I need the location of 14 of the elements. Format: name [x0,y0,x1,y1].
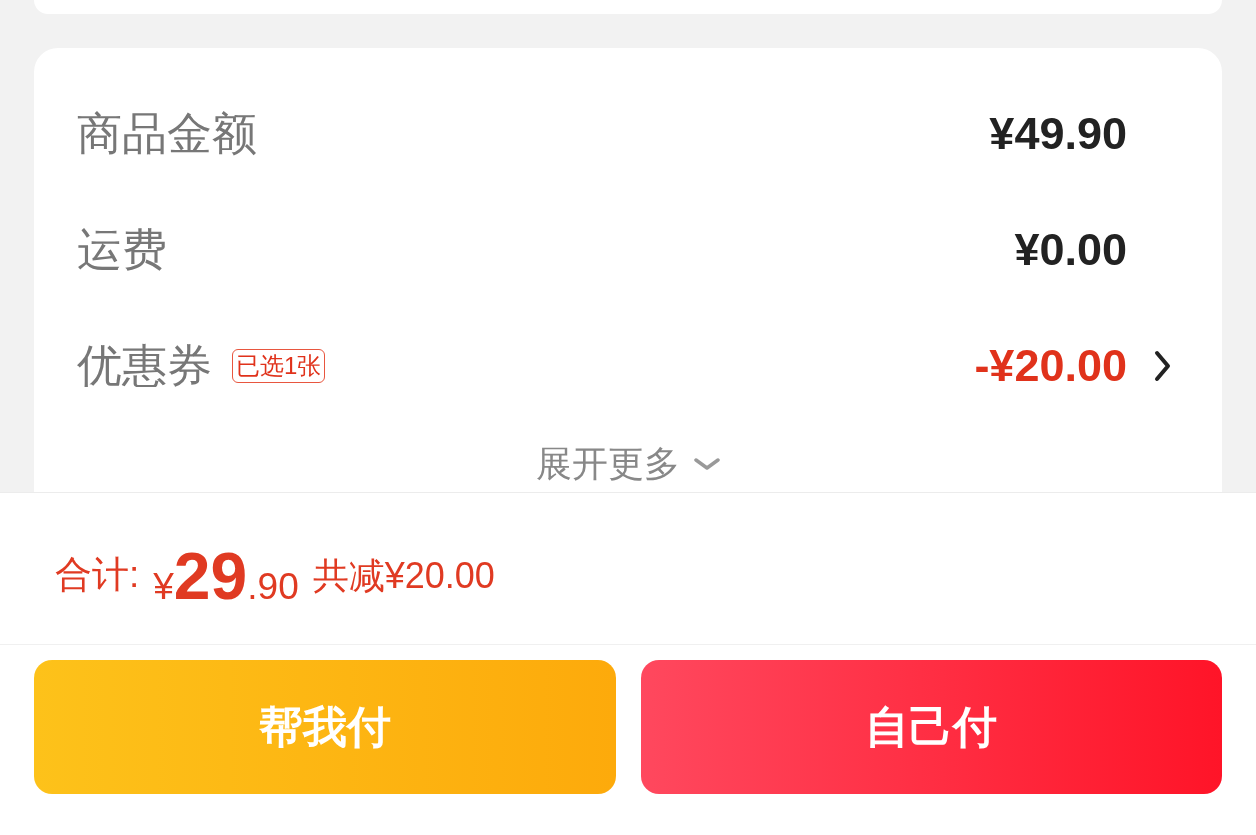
discount-total: 共减¥20.00 [312,553,495,598]
amount-value: -¥20.00 [974,339,1127,393]
fee-label: 优惠券 [77,339,212,393]
total-label: 合计: [55,553,140,598]
expand-more-link[interactable]: 展开更多 [536,442,720,486]
fee-label: 运费 [77,223,167,277]
amount-value: ¥0.00 [1014,223,1127,277]
total-price: ¥29.90 [153,542,299,609]
chevron-down-icon [694,456,720,471]
pay-button[interactable]: 自己付 [640,660,1222,794]
coupon-tag: 已选1张 [232,349,326,383]
fee-label: 商品金额 [77,107,257,161]
chevron-right-icon [1154,350,1171,382]
amount-value: ¥49.90 [989,107,1127,161]
